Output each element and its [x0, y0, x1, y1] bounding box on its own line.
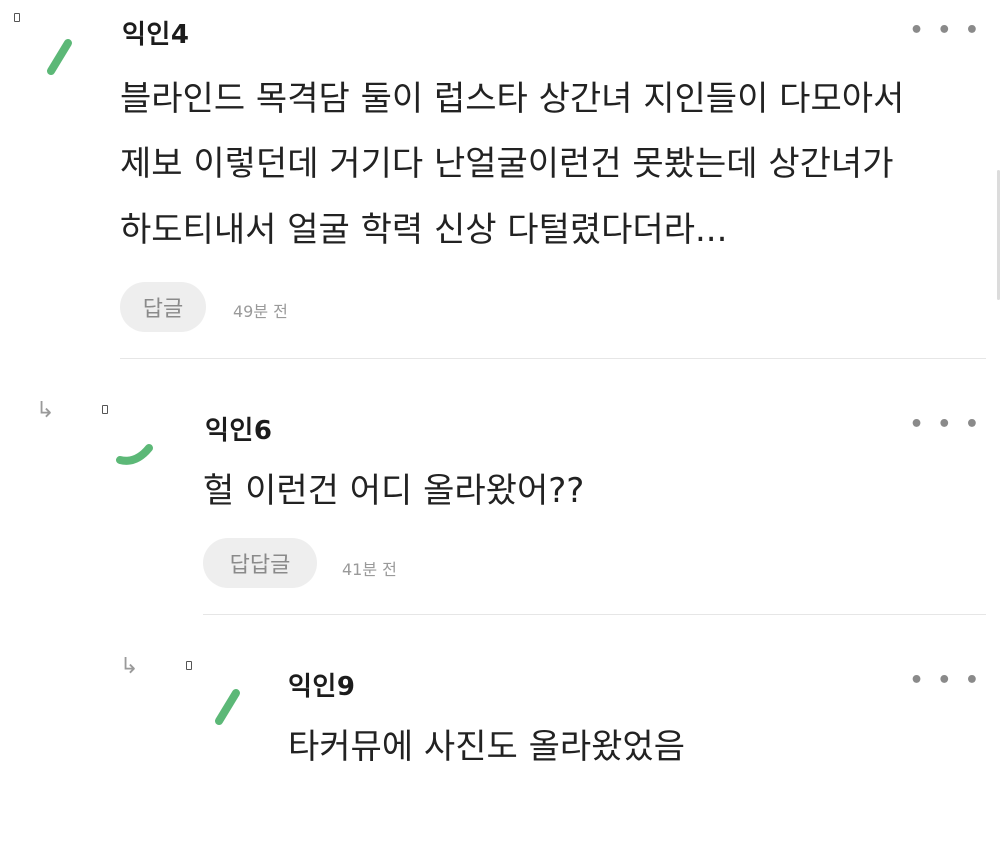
- comment-text-line: 헐 이런건 어디 올라왔어??: [203, 471, 585, 511]
- divider: [120, 358, 986, 359]
- reply-arrow-icon: ↳: [120, 654, 139, 679]
- avatar-icon: [215, 689, 240, 725]
- comment-timestamp: 49분 전: [233, 302, 288, 321]
- reply-button[interactable]: 답답글: [203, 538, 317, 588]
- avatar-icon: [47, 39, 72, 75]
- divider: [203, 614, 986, 615]
- avatar-icon: [116, 444, 153, 465]
- comment-author: 익인9: [288, 672, 356, 702]
- comment-text-line: 블라인드 목격담 둘이 럽스타 상간녀 지인들이 다모아서: [120, 79, 905, 119]
- comment-text-line: 제보 이렇던데 거기다 난얼굴이런건 못봤는데 상간녀가: [120, 144, 894, 184]
- marker-icon: [102, 405, 108, 414]
- reply-arrow-icon: ↳: [36, 398, 55, 423]
- marker-icon: [14, 13, 20, 22]
- comment-text-line: 하도티내서 얼굴 학력 신상 다털렸다더라...: [120, 210, 728, 250]
- marker-icon: [186, 661, 192, 670]
- comment-text-line: 타커뮤에 사진도 올라왔었음: [288, 727, 685, 767]
- comment-timestamp: 41분 전: [342, 560, 397, 579]
- more-options-icon[interactable]: • • •: [909, 668, 982, 693]
- comment-author: 익인6: [205, 416, 273, 446]
- comment-author: 익인4: [122, 20, 190, 50]
- reply-button[interactable]: 답글: [120, 282, 206, 332]
- more-options-icon[interactable]: • • •: [909, 18, 982, 43]
- more-options-icon[interactable]: • • •: [909, 412, 982, 437]
